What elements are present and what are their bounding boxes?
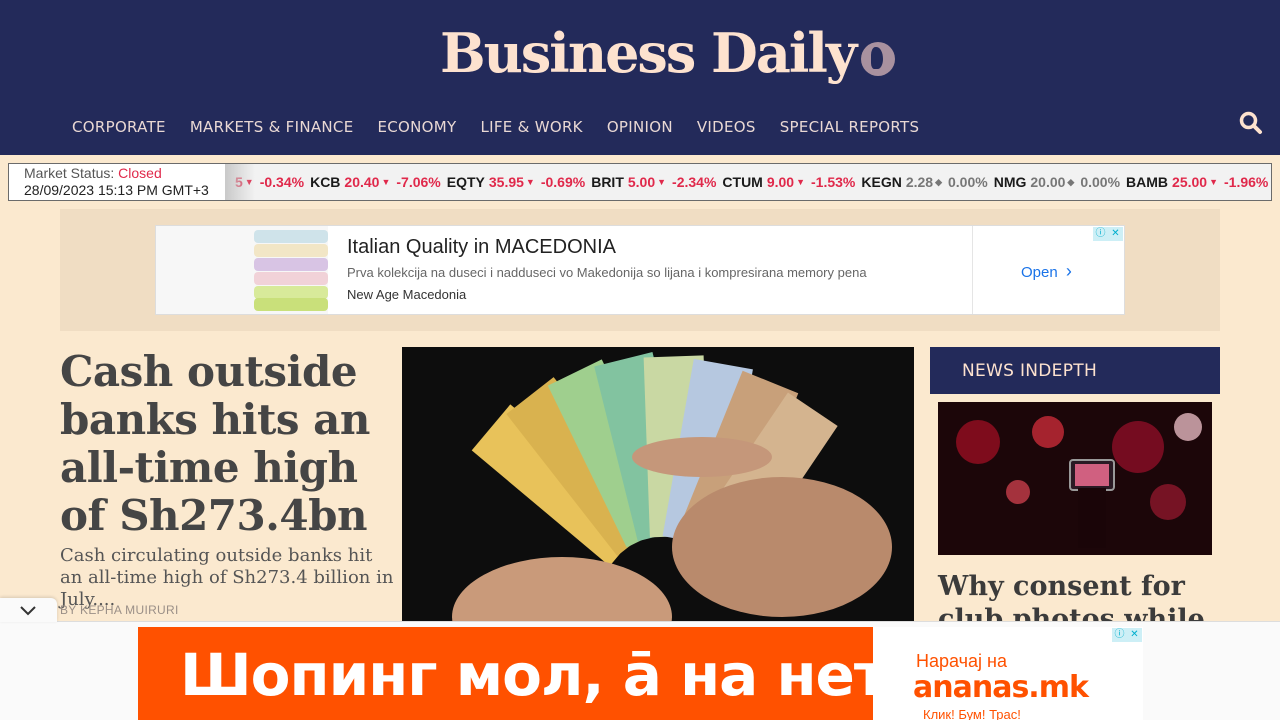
ad-product-image xyxy=(156,226,328,314)
ticker-change: -7.06% xyxy=(396,174,441,190)
caret-down-icon: ▼ xyxy=(381,177,391,187)
ticker-item[interactable]: BRIT 5.00 ▼ -2.34% xyxy=(591,174,716,190)
ticker-change: -0.69% xyxy=(540,174,586,190)
ad-divider xyxy=(972,226,973,314)
site-logo[interactable]: Business Daily xyxy=(440,18,896,88)
ticker-price: 20.00 xyxy=(1030,174,1066,190)
collapse-ad-button[interactable] xyxy=(0,598,57,622)
nav-item-markets-finance[interactable]: MARKETS & FINANCE xyxy=(178,118,366,136)
ticker-symbol: KEGN xyxy=(861,174,902,190)
bottom-ad-close-icon[interactable]: ✕ xyxy=(1127,628,1142,642)
chevron-right-icon: › xyxy=(1065,261,1072,281)
news-indepth-title[interactable]: NEWS INDEPTH xyxy=(962,361,1097,381)
market-datetime: 28/09/2023 15:13 PM GMT+3 xyxy=(24,182,209,198)
ad-info-icon[interactable]: ⓘ xyxy=(1093,227,1108,241)
ticker-symbol: CTUM xyxy=(722,174,763,190)
news-indepth-header: NEWS INDEPTH xyxy=(930,347,1220,394)
market-status-label: Market Status: xyxy=(24,165,119,181)
africa-globe-icon xyxy=(861,42,896,76)
main-headline[interactable]: Cash outside banks hits an all-time high… xyxy=(60,348,400,540)
ticker-change: -0.34% xyxy=(259,174,305,190)
ticker-change: -2.34% xyxy=(672,174,717,190)
ad-brand: New Age Macedonia xyxy=(347,287,467,302)
bottom-ad-choices[interactable]: ⓘ ✕ xyxy=(1112,628,1142,642)
ticker-price: 9.00 xyxy=(766,174,795,190)
bottom-ad-tagline: Клик! Бум! Трас! xyxy=(923,707,1021,720)
ticker-change: -1.53% xyxy=(811,174,856,190)
ticker-change: 0.00% xyxy=(948,174,988,190)
site-header: Business Daily CORPORATE MARKETS & FINAN… xyxy=(0,0,1280,155)
main-byline[interactable]: BY KEPHA MUIRURI xyxy=(60,603,179,617)
logo-text: Business Daily xyxy=(440,21,857,85)
caret-down-icon: ▼ xyxy=(796,177,806,187)
caret-down-icon: ▼ xyxy=(525,177,535,187)
nav-item-opinion[interactable]: OPINION xyxy=(595,118,685,136)
ticker-change: -1.96% xyxy=(1224,174,1269,190)
ticker-item[interactable]: NMG 20.00 ◆ 0.00% xyxy=(994,174,1120,190)
bottom-ad-brand-panel: Нарачај на ananas.mk Клик! Бум! Трас! xyxy=(873,627,1143,720)
bottom-ad[interactable]: Шопинг мол, ā на нет! Нарачај на ananas.… xyxy=(138,627,1143,720)
main-summary: Cash circulating outside banks hit an al… xyxy=(60,545,394,610)
chevron-down-icon xyxy=(20,606,36,616)
ad-open-button[interactable]: Open › xyxy=(1021,261,1072,282)
ticker-price: 35.95 xyxy=(488,174,524,190)
bottom-ad-headline: Шопинг мол, ā на нет! xyxy=(180,641,913,709)
ticker-item[interactable]: KCB 20.40 ▼ -7.06% xyxy=(310,174,441,190)
ticker-symbol: NMG xyxy=(993,174,1027,190)
ticker-fade xyxy=(225,164,255,200)
ticker-price: 5.00 xyxy=(627,174,656,190)
ad-choices[interactable]: ⓘ ✕ xyxy=(1093,227,1123,241)
ticker-price: 2.28 xyxy=(905,174,934,190)
top-ad[interactable]: Italian Quality in MACEDONIA Prva kolekc… xyxy=(155,225,1125,315)
ticker-item[interactable]: CTUM 9.00 ▼ -1.53% xyxy=(722,174,855,190)
caret-down-icon: ▼ xyxy=(1209,177,1219,187)
sort-icon: ◆ xyxy=(1067,176,1075,187)
ticker-track: 5▼-0.34%KCB20.40▼-7.06%EQTY35.95▼-0.69%B… xyxy=(231,164,1271,200)
nav-item-videos[interactable]: VIDEOS xyxy=(685,118,768,136)
ticker-symbol: KCB xyxy=(310,174,341,190)
main-story-image[interactable] xyxy=(402,347,914,627)
main-nav: CORPORATE MARKETS & FINANCE ECONOMY LIFE… xyxy=(60,118,931,136)
ticker-price: 25.00 xyxy=(1172,174,1208,190)
sort-icon: ◆ xyxy=(935,176,942,187)
ticker-symbol: BAMB xyxy=(1126,174,1169,190)
ticker-item[interactable]: BAMB 25.00 ▼ -1.96% xyxy=(1126,174,1268,190)
nav-item-economy[interactable]: ECONOMY xyxy=(365,118,468,136)
market-status-value: Closed xyxy=(118,165,162,181)
ticker-price: 20.40 xyxy=(344,174,380,190)
ticker-change: 0.00% xyxy=(1080,174,1121,190)
market-ticker: Market Status: Closed 28/09/2023 15:13 P… xyxy=(8,163,1272,201)
ad-close-icon[interactable]: ✕ xyxy=(1108,227,1123,241)
nav-item-special-reports[interactable]: SPECIAL REPORTS xyxy=(768,118,932,136)
bottom-ad-order-text: Нарачај на xyxy=(916,651,1007,671)
nav-item-corporate[interactable]: CORPORATE xyxy=(60,118,178,136)
bottom-ad-brand: ananas.mk xyxy=(913,670,1089,705)
caret-down-icon: ▼ xyxy=(657,177,667,187)
ad-title[interactable]: Italian Quality in MACEDONIA xyxy=(347,236,616,259)
ad-description: Prva kolekcija na duseci i nadduseci vo … xyxy=(347,265,867,280)
ticker-symbol: EQTY xyxy=(446,174,485,190)
bottom-ad-banner: Шопинг мол, ā на нет! xyxy=(138,627,913,720)
nav-item-life-work[interactable]: LIFE & WORK xyxy=(468,118,594,136)
market-status: Market Status: Closed 28/09/2023 15:13 P… xyxy=(9,164,225,200)
ticker-symbol: BRIT xyxy=(591,174,624,190)
ticker-item[interactable]: KEGN 2.28 ◆ 0.00% xyxy=(861,174,987,190)
ticker-item[interactable]: EQTY 35.95 ▼ -0.69% xyxy=(447,174,585,190)
bottom-ad-info-icon[interactable]: ⓘ xyxy=(1112,628,1127,642)
indepth-story-image[interactable] xyxy=(938,402,1212,555)
ad-open-label: Open xyxy=(1021,264,1058,281)
search-icon[interactable] xyxy=(1238,110,1264,136)
